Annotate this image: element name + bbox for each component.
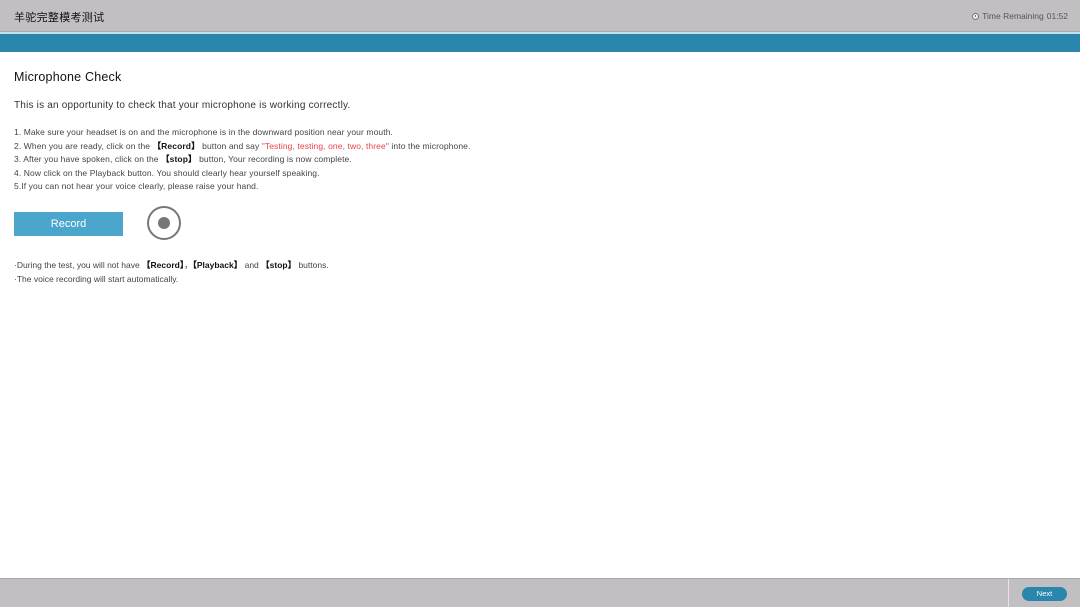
note-1-text: ·During the test, you will not have [14,260,143,270]
title-bar: 羊驼完整模考测试 Time Remaining 01:52 [0,0,1080,32]
step-2: 2. When you are ready, click on the 【Rec… [14,140,470,154]
timer-label: Time Remaining [982,11,1044,21]
main-content: Microphone Check This is an opportunity … [14,70,1064,284]
note-2: ·The voice recording will start automati… [14,273,179,284]
footer-divider [1008,579,1009,607]
step-4: 4. Now click on the Playback button. You… [14,167,320,178]
step-5: 5.If you can not hear your voice clearly… [14,181,259,191]
note-1-playback: 【Playback】 [192,260,243,270]
next-button[interactable]: Next [1022,587,1067,601]
step-3-text-b: button, Your recording is now complete. [196,154,352,164]
record-dot-icon [158,217,170,229]
page-title: Microphone Check [14,70,122,84]
notes: ·During the test, you will not have 【Rec… [14,259,329,286]
note-1-end: buttons. [296,260,329,270]
instruction-list: 1. Make sure your headset is on and the … [14,126,470,194]
step-3-stop-keyword: 【stop】 [161,154,197,164]
footer-bar: Next [0,578,1080,607]
step-1: 1. Make sure your headset is on and the … [14,127,393,137]
step-3-text: 3. After you have spoken, click on the [14,154,162,164]
note-1: ·During the test, you will not have 【Rec… [14,259,329,273]
note-1-and: and [242,260,262,270]
timer-value: 01:52 [1046,11,1068,21]
note-1-stop: 【stop】 [261,260,297,270]
step-2-record-keyword: 【Record】 [152,140,200,151]
step-2-text-b: button and say [199,140,262,151]
intro-text: This is an opportunity to check that you… [14,100,351,111]
clock-icon [972,12,980,20]
step-3: 3. After you have spoken, click on the 【… [14,153,470,167]
step-2-text: 2. When you are ready, click on the [14,140,153,151]
note-1-record: 【Record】 [142,260,185,270]
header-band [0,32,1080,52]
page: 羊驼完整模考测试 Time Remaining 01:52 Microphone… [0,0,1080,607]
record-button[interactable]: Record [14,212,123,236]
timer: Time Remaining 01:52 [972,11,1068,21]
step-2-phrase: "Testing, testing, one, two, three" [261,140,389,151]
record-status-icon [147,206,181,240]
note-1-sep: ， [184,260,193,270]
step-2-text-c: into the microphone. [388,140,471,151]
app-title: 羊驼完整模考测试 [14,12,105,24]
